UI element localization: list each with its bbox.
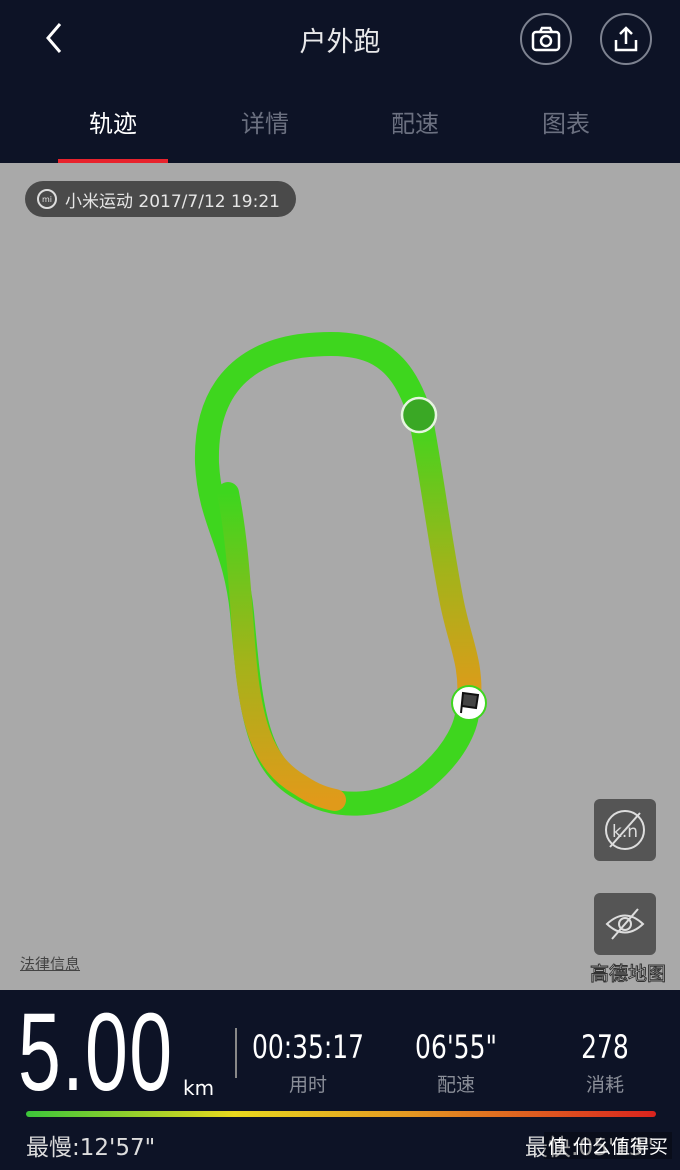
- km-marker-off-icon: k.n: [605, 810, 645, 850]
- map-provider-logo: 高德地图: [589, 963, 667, 986]
- pace-label: 配速: [436, 1074, 475, 1096]
- tab-bar: 轨迹 详情 配速 图表: [0, 100, 680, 163]
- tab-pace[interactable]: 配速: [360, 104, 470, 139]
- calories-value: 278: [581, 1028, 629, 1066]
- start-marker[interactable]: [400, 396, 438, 434]
- km-marker-toggle-button[interactable]: k.n: [594, 799, 656, 861]
- tab-track[interactable]: 轨迹: [58, 104, 168, 163]
- share-icon: [614, 26, 638, 52]
- slowest-pace: 最慢:12'57": [26, 1135, 156, 1161]
- eye-off-icon: [605, 908, 645, 940]
- site-watermark: 值 什么值得买: [543, 1132, 672, 1159]
- track-segment: [217, 482, 346, 811]
- distance-unit: km: [183, 1076, 215, 1100]
- pace-stat: 06'55" 配速: [381, 1028, 531, 1097]
- duration-label: 用时: [288, 1074, 327, 1096]
- track-segment: [408, 403, 482, 713]
- distance-value: 5.00: [18, 991, 174, 1114]
- tab-charts[interactable]: 图表: [511, 104, 621, 139]
- share-button[interactable]: [600, 13, 652, 65]
- calories-label: 消耗: [585, 1074, 624, 1096]
- tab-details[interactable]: 详情: [210, 104, 320, 139]
- duration-value: 00:35:17: [251, 1028, 365, 1066]
- map-view[interactable]: mi 小米运动 2017/7/12 19:21 k.n 法律信息 高德地图: [0, 163, 680, 990]
- route-track: [194, 332, 487, 816]
- duration-stat: 00:35:17 用时: [233, 1028, 383, 1097]
- hide-track-button[interactable]: [594, 893, 656, 955]
- legal-info-link[interactable]: 法律信息: [20, 953, 80, 974]
- camera-icon: [531, 26, 561, 52]
- header: 户外跑 轨迹 详情 配速 图表: [0, 0, 680, 163]
- summary-panel: 5.00 km 00:35:17 用时 06'55" 配速 278 消耗 最慢:12'…: [0, 990, 680, 1170]
- pace-value: 06'55": [415, 1028, 497, 1066]
- camera-button[interactable]: [520, 13, 572, 65]
- page-title: 户外跑: [299, 27, 381, 58]
- finish-flag-icon[interactable]: [451, 685, 487, 721]
- calories-stat: 278 消耗: [530, 1028, 680, 1097]
- pace-gradient-bar: [26, 1111, 656, 1117]
